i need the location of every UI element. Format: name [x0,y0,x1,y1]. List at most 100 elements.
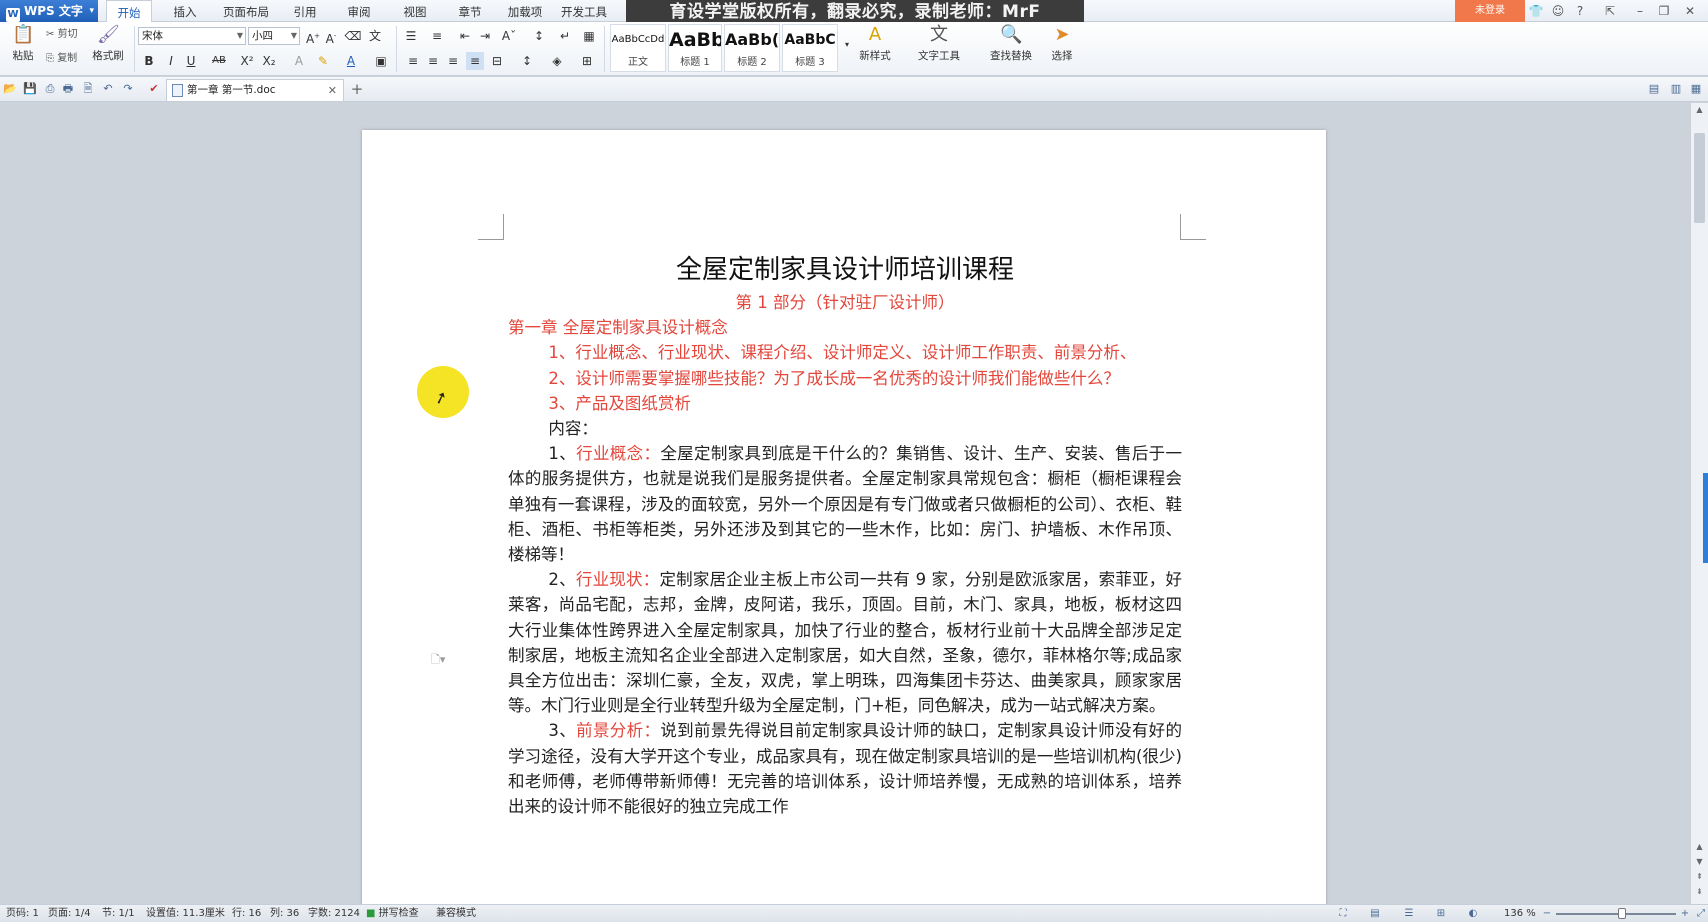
minimize-icon[interactable]: – [1632,3,1648,19]
style-heading-3[interactable]: AaBbC 标题 3 [782,24,838,72]
phonetic-icon[interactable]: 文 [366,27,384,45]
style-normal[interactable]: AaBbCcDd 正文 [610,24,666,72]
status-page[interactable]: 页面: 1/4 [48,905,91,922]
fit-window-icon[interactable]: ⤢ [1694,907,1708,920]
tab-review[interactable]: 审阅 [334,0,384,22]
document-page[interactable]: 全屋定制家具设计师培训课程 第 1 部分（针对驻厂设计师） 第一章 全屋定制家具… [362,130,1326,904]
copy-button[interactable]: ⎘ 复制 [46,50,77,68]
spell-check-toggle[interactable]: ■ 拼写检查 [366,905,419,922]
tab-developer[interactable]: 开发工具 [556,0,612,22]
text-effect-icon[interactable]: A [290,52,308,70]
grow-font-icon[interactable]: A+ [304,27,322,46]
undo-icon[interactable]: ↶ [100,81,116,97]
output-pdf-icon[interactable]: ⎙ [42,81,58,97]
print-icon[interactable]: 🖶 [60,81,76,97]
customize-qat-icon[interactable]: ✔ [146,81,162,97]
panel-icon[interactable]: ▤ [1646,81,1662,97]
save-icon[interactable]: 💾 [22,81,38,97]
panel-icon[interactable]: ▦ [1688,81,1704,97]
align-right-icon[interactable]: ≡ [444,52,462,70]
login-button[interactable]: 未登录 [1455,0,1525,22]
subscript-icon[interactable]: X₂ [260,52,278,70]
superscript-icon[interactable]: X² [238,52,256,70]
maximize-icon[interactable]: ❐ [1656,3,1672,19]
status-word-count[interactable]: 字数: 2124 [308,905,360,922]
clear-format-icon[interactable]: ⌫ [344,27,362,45]
style-heading-2[interactable]: AaBb( 标题 2 [724,24,780,72]
font-size-select[interactable]: 小四 ▼ [248,27,300,45]
open-folder-icon[interactable]: 📂 [2,81,18,97]
text-tools-button[interactable]: 文 文字工具 [910,24,968,63]
scroll-up-icon[interactable]: ▲ [1691,103,1708,117]
font-color-icon[interactable]: A [342,52,360,70]
eye-protection-icon[interactable]: ◐ [1466,907,1480,920]
feedback-icon[interactable]: ☺ [1550,3,1566,19]
new-style-button[interactable]: A 新样式 [852,24,898,63]
sort-icon[interactable]: ↕ [530,27,548,45]
tab-page-layout[interactable]: 页面布局 [218,0,274,22]
close-icon[interactable]: ✕ [1682,3,1698,19]
tab-chapter[interactable]: 章节 [445,0,495,22]
align-justify-icon[interactable]: ≡ [466,52,484,70]
page-view-icon[interactable]: ▤ [1368,907,1382,920]
tab-addins[interactable]: 加载项 [500,0,550,22]
tab-home[interactable]: 开始 [106,0,152,23]
document-tab[interactable]: 第一章 第一节.doc ✕ [166,79,344,101]
status-section[interactable]: 节: 1/1 [102,905,135,922]
tab-references[interactable]: 引用 [280,0,330,22]
status-row[interactable]: 行: 16 [232,905,261,922]
underline-icon[interactable]: U [182,52,200,70]
zoom-slider[interactable] [1556,913,1676,915]
paragraph-marker-icon[interactable]: 🗋▾ [431,651,445,670]
borders-icon[interactable]: ⊞ [578,52,596,70]
scroll-down-icon[interactable]: ▼ [1691,855,1708,869]
zoom-level[interactable]: 136 % [1504,905,1536,922]
help-icon[interactable]: ? [1572,3,1588,19]
scroll-thumb[interactable] [1694,133,1705,223]
align-center-icon[interactable]: ≡ [424,52,442,70]
increase-indent-icon[interactable]: ⇥ [476,27,494,45]
restore-ribbon-icon[interactable]: ⇱ [1602,3,1618,19]
style-heading-1[interactable]: AaBb 标题 1 [668,24,722,72]
status-setting[interactable]: 设置值: 11.3厘米 [146,905,225,922]
line-spacing-icon[interactable]: ↕ [518,52,536,70]
new-tab-button[interactable]: + [348,79,366,99]
zoom-in-icon[interactable]: + [1678,907,1692,920]
outline-view-icon[interactable]: ☰ [1402,907,1416,920]
strikethrough-icon[interactable]: AB [210,52,228,70]
align-left-icon[interactable]: ≡ [404,52,422,70]
select-button[interactable]: ➤ 选择 [1042,24,1082,63]
font-name-select[interactable]: 宋体 ▼ [138,27,246,45]
skin-icon[interactable]: 👕 [1528,3,1544,19]
fullscreen-icon[interactable]: ⛶ [1336,907,1350,920]
status-page-code[interactable]: 页码: 1 [6,905,39,922]
vertical-scrollbar[interactable]: ▲ ▲ ▼ ⇞ ⇟ [1690,103,1708,904]
next-page-icon[interactable]: ⇟ [1691,885,1708,899]
bullet-list-icon[interactable]: ☰ [402,27,420,45]
document-workspace[interactable]: 全屋定制家具设计师培训课程 第 1 部分（针对驻厂设计师） 第一章 全屋定制家具… [0,103,1690,904]
web-view-icon[interactable]: ⊞ [1434,907,1448,920]
bold-icon[interactable]: B [140,52,158,70]
text-direction-icon[interactable]: Aˇ [500,27,518,45]
redo-icon[interactable]: ↷ [120,81,136,97]
panel-icon[interactable]: ▥ [1668,81,1684,97]
zoom-slider-thumb[interactable] [1618,908,1626,919]
format-painter-button[interactable]: 🖌 格式刷 [88,24,128,63]
char-shading-icon[interactable]: ▣ [372,52,390,70]
cut-button[interactable]: ✂ 剪切 [46,26,78,44]
numbered-list-icon[interactable]: ≡ [428,27,446,45]
zoom-out-icon[interactable]: − [1540,907,1554,920]
close-tab-icon[interactable]: ✕ [328,80,337,101]
find-replace-button[interactable]: 🔍 查找替换 [982,24,1040,63]
app-menu-button[interactable]: W WPS 文字 ▾ [0,0,98,22]
status-col[interactable]: 列: 36 [270,905,299,922]
tab-insert[interactable]: 插入 [160,0,210,22]
decrease-indent-icon[interactable]: ⇤ [456,27,474,45]
paste-button[interactable]: 📋 粘贴 [6,24,40,63]
scroll-up-icon[interactable]: ▲ [1691,840,1708,854]
distribute-icon[interactable]: ⊟ [488,52,506,70]
print-preview-icon[interactable]: 🗎 [80,81,96,97]
document-body[interactable]: 全屋定制家具设计师培训课程 第 1 部分（针对驻厂设计师） 第一章 全屋定制家具… [508,250,1182,819]
table-grid-icon[interactable]: ▦ [580,27,598,45]
tab-view[interactable]: 视图 [390,0,440,22]
